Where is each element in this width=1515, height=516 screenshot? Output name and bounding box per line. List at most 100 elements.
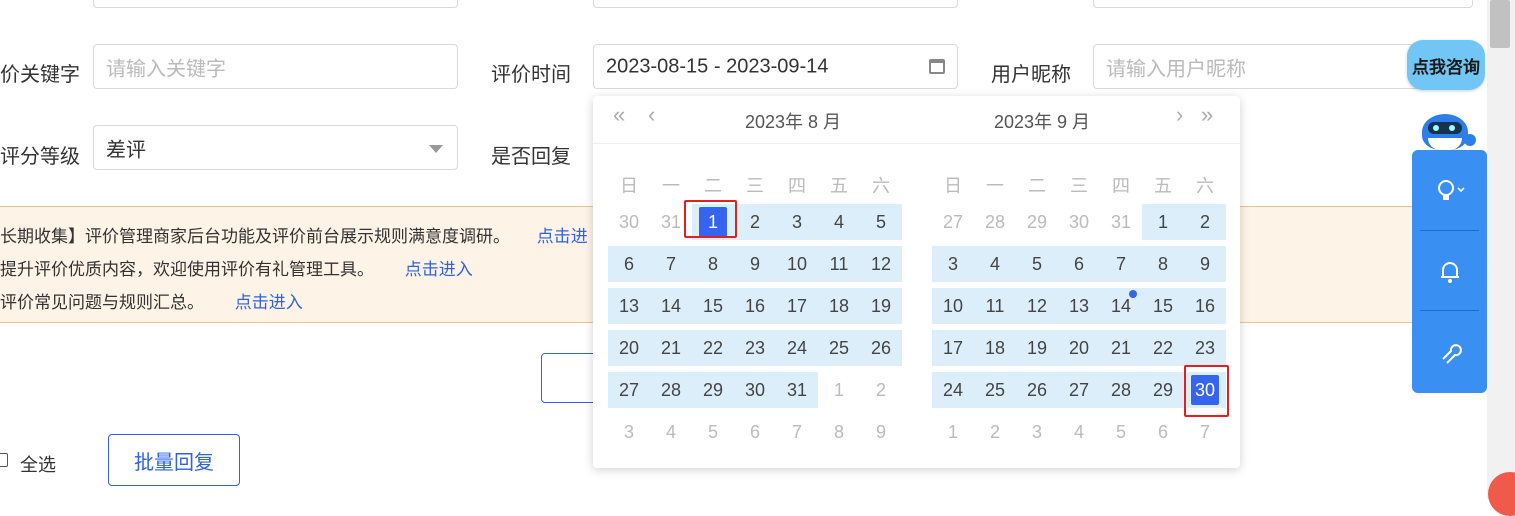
calendar-day[interactable]: 8	[692, 246, 734, 282]
calendar-day[interactable]: 6	[734, 414, 776, 450]
next-year-icon[interactable]: »	[1201, 102, 1213, 128]
calendar-day[interactable]: 25	[974, 372, 1016, 408]
calendar-day[interactable]: 8	[1142, 246, 1184, 282]
calendar-day[interactable]: 18	[818, 288, 860, 324]
calendar-day[interactable]: 28	[1100, 372, 1142, 408]
calendar-day[interactable]: 1	[818, 372, 860, 408]
calendar-day[interactable]: 5	[860, 204, 902, 240]
calendar-day[interactable]: 12	[1016, 288, 1058, 324]
calendar-day[interactable]: 24	[932, 372, 974, 408]
bell-icon[interactable]	[1412, 260, 1487, 290]
calendar-day[interactable]: 31	[1100, 204, 1142, 240]
calendar-day[interactable]: 7	[1100, 246, 1142, 282]
select-all-checkbox[interactable]	[0, 453, 8, 467]
calendar-day[interactable]: 3	[932, 246, 974, 282]
calendar-day[interactable]: 19	[860, 288, 902, 324]
calendar-day[interactable]: 15	[692, 288, 734, 324]
calendar-day[interactable]: 9	[734, 246, 776, 282]
calendar-day[interactable]: 1	[932, 414, 974, 450]
calendar-day[interactable]: 21	[650, 330, 692, 366]
calendar-day[interactable]: 3	[776, 204, 818, 240]
calendar-day[interactable]: 28	[650, 372, 692, 408]
calendar-day[interactable]: 18	[974, 330, 1016, 366]
calendar-day[interactable]: 11	[974, 288, 1016, 324]
calendar-day[interactable]: 23	[734, 330, 776, 366]
top-input-1[interactable]	[93, 0, 458, 8]
calendar-day[interactable]: 30	[608, 204, 650, 240]
calendar-day[interactable]: 17	[932, 330, 974, 366]
calendar-day[interactable]: 19	[1016, 330, 1058, 366]
calendar-day[interactable]: 3	[1016, 414, 1058, 450]
next-month-icon[interactable]: ›	[1176, 102, 1183, 128]
calendar-day[interactable]: 11	[818, 246, 860, 282]
calendar-day[interactable]: 26	[1016, 372, 1058, 408]
prev-year-icon[interactable]: «	[613, 102, 625, 128]
calendar-day[interactable]: 5	[1016, 246, 1058, 282]
calendar-day[interactable]: 20	[1058, 330, 1100, 366]
notice-link-3[interactable]: 点击进入	[235, 293, 303, 312]
calendar-day[interactable]: 24	[776, 330, 818, 366]
robot-mascot-icon[interactable]	[1420, 104, 1476, 156]
calendar-day[interactable]: 2	[860, 372, 902, 408]
eval-time-range-input[interactable]: 2023-08-15 - 2023-09-14	[593, 44, 958, 89]
rating-select[interactable]: 差评	[93, 125, 458, 170]
calendar-day[interactable]: 31	[776, 372, 818, 408]
wrench-icon[interactable]	[1412, 340, 1487, 370]
calendar-day[interactable]: 29	[1016, 204, 1058, 240]
calendar-day[interactable]: 16	[1184, 288, 1226, 324]
calendar-day[interactable]: 6	[1142, 414, 1184, 450]
calendar-day[interactable]: 7	[776, 414, 818, 450]
calendar-day[interactable]: 7	[650, 246, 692, 282]
calendar-day[interactable]: 2	[1184, 204, 1226, 240]
scrollbar-thumb[interactable]	[1490, 0, 1510, 48]
calendar-day[interactable]: 27	[932, 204, 974, 240]
calendar-day[interactable]: 28	[974, 204, 1016, 240]
calendar-day[interactable]: 13	[608, 288, 650, 324]
calendar-day[interactable]: 8	[818, 414, 860, 450]
calendar-day[interactable]: 9	[1184, 246, 1226, 282]
calendar-day[interactable]: 2	[974, 414, 1016, 450]
calendar-day[interactable]: 5	[1100, 414, 1142, 450]
calendar-day[interactable]: 16	[734, 288, 776, 324]
calendar-day[interactable]: 25	[818, 330, 860, 366]
calendar-day[interactable]: 4	[974, 246, 1016, 282]
calendar-day[interactable]: 5	[692, 414, 734, 450]
calendar-icon[interactable]	[929, 59, 945, 74]
calendar-day[interactable]: 7	[1184, 414, 1226, 450]
calendar-day[interactable]: 30	[1058, 204, 1100, 240]
batch-reply-button[interactable]: 批量回复	[108, 434, 240, 486]
calendar-day[interactable]: 22	[692, 330, 734, 366]
calendar-day[interactable]: 12	[860, 246, 902, 282]
calendar-day[interactable]: 17	[776, 288, 818, 324]
calendar-day[interactable]: 4	[818, 204, 860, 240]
calendar-day[interactable]: 13	[1058, 288, 1100, 324]
calendar-day[interactable]: 4	[1058, 414, 1100, 450]
notice-link-2[interactable]: 点击进入	[405, 260, 473, 279]
calendar-day[interactable]: 22	[1142, 330, 1184, 366]
calendar-day[interactable]: 9	[860, 414, 902, 450]
keyword-input[interactable]: 请输入关键字	[93, 44, 458, 89]
calendar-day[interactable]: 27	[1058, 372, 1100, 408]
calendar-day[interactable]: 10	[776, 246, 818, 282]
prev-month-icon[interactable]: ‹	[648, 102, 655, 128]
calendar-day[interactable]: 29	[692, 372, 734, 408]
top-input-3[interactable]	[1093, 0, 1473, 8]
calendar-day[interactable]: 30	[734, 372, 776, 408]
calendar-day[interactable]: 14	[650, 288, 692, 324]
calendar-day[interactable]: 26	[860, 330, 902, 366]
notice-link-1[interactable]: 点击进	[537, 227, 588, 246]
calendar-day[interactable]: 10	[932, 288, 974, 324]
calendar-day[interactable]: 23	[1184, 330, 1226, 366]
calendar-day[interactable]: 29	[1142, 372, 1184, 408]
calendar-day[interactable]: 4	[650, 414, 692, 450]
lightbulb-icon[interactable]	[1412, 178, 1487, 210]
top-input-2[interactable]	[593, 0, 958, 8]
calendar-day[interactable]: 3	[608, 414, 650, 450]
calendar-day[interactable]: 2	[734, 204, 776, 240]
calendar-day[interactable]: 1	[1142, 204, 1184, 240]
calendar-day[interactable]: 15	[1142, 288, 1184, 324]
calendar-day[interactable]: 27	[608, 372, 650, 408]
calendar-day[interactable]: 6	[1058, 246, 1100, 282]
calendar-day[interactable]: 21	[1100, 330, 1142, 366]
scrollbar-track[interactable]	[1487, 0, 1515, 498]
